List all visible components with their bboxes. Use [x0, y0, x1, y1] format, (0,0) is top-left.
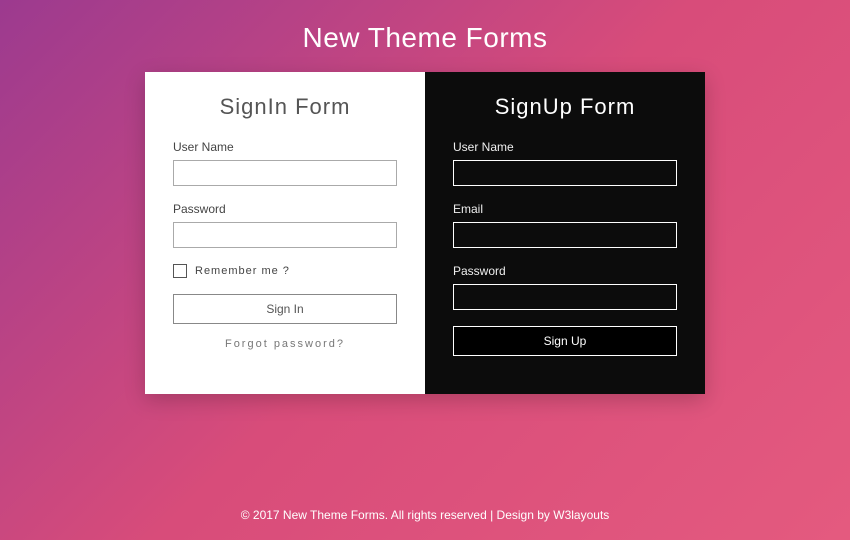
remember-label: Remember me ?	[195, 265, 290, 277]
signin-username-input[interactable]	[173, 160, 397, 186]
signin-button[interactable]: Sign In	[173, 294, 397, 324]
signin-panel: SignIn Form User Name Password Remember …	[145, 72, 425, 394]
signin-title: SignIn Form	[173, 94, 397, 120]
footer: © 2017 New Theme Forms. All rights reser…	[0, 508, 850, 522]
signup-panel: SignUp Form User Name Email Password Sig…	[425, 72, 705, 394]
signup-username-input[interactable]	[453, 160, 677, 186]
forms-container: SignIn Form User Name Password Remember …	[145, 72, 705, 394]
signup-password-label: Password	[453, 264, 677, 278]
signup-email-input[interactable]	[453, 222, 677, 248]
signup-title: SignUp Form	[453, 94, 677, 120]
remember-checkbox[interactable]	[173, 264, 187, 278]
signup-button[interactable]: Sign Up	[453, 326, 677, 356]
signin-password-label: Password	[173, 202, 397, 216]
forgot-password-link[interactable]: Forgot password?	[173, 338, 397, 350]
signin-username-label: User Name	[173, 140, 397, 154]
signup-username-label: User Name	[453, 140, 677, 154]
footer-link[interactable]: W3layouts	[553, 508, 609, 522]
remember-row: Remember me ?	[173, 264, 397, 278]
page-title: New Theme Forms	[0, 0, 850, 72]
signin-password-input[interactable]	[173, 222, 397, 248]
signup-password-input[interactable]	[453, 284, 677, 310]
footer-copyright: © 2017 New Theme Forms. All rights reser…	[241, 508, 554, 522]
signup-email-label: Email	[453, 202, 677, 216]
